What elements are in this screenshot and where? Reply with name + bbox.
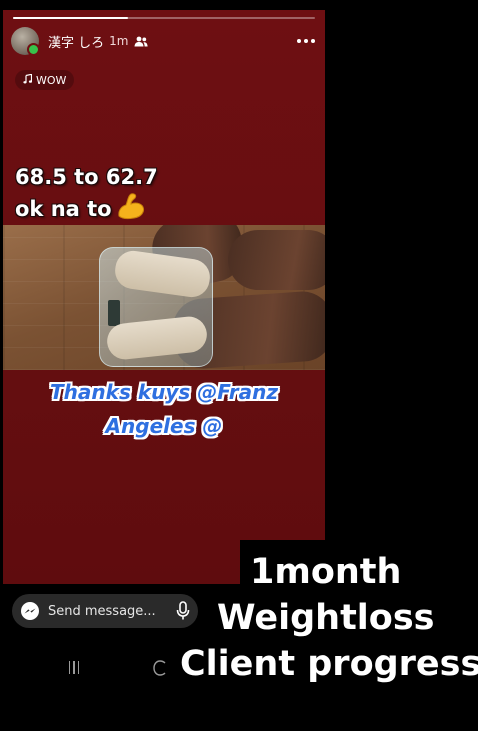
thanks-line-1[interactable]: Thanks kuys @Franz	[3, 375, 325, 409]
caption-line-1: 68.5 to 62.7	[15, 165, 158, 189]
story-progress-bar	[13, 17, 315, 19]
flexed-biceps-icon	[116, 192, 146, 228]
music-note-icon	[23, 73, 33, 87]
caption-line-2-text: ok na to	[15, 197, 112, 221]
caption-line-2: ok na to	[15, 192, 158, 228]
more-options-icon[interactable]	[297, 39, 315, 43]
scale-display	[108, 300, 120, 326]
messenger-icon	[20, 601, 40, 621]
avatar[interactable]	[11, 27, 40, 56]
weight-caption: 68.5 to 62.7 ok na to	[15, 163, 158, 228]
story-header: 漢字 しろ 1m	[11, 26, 319, 56]
send-message-placeholder: Send message...	[48, 603, 156, 619]
thanks-caption: Thanks kuys @Franz Angeles @	[3, 375, 325, 443]
music-sticker[interactable]: WOW	[15, 70, 75, 90]
overlay-line-2: Weightloss	[217, 598, 435, 638]
scale-photo	[3, 225, 325, 370]
recent-apps-icon[interactable]	[64, 661, 84, 677]
post-time: 1m	[109, 34, 129, 48]
friends-icon	[134, 36, 149, 47]
story-card[interactable]: 漢字 しろ 1m WOW 68.5 to 62.7 ok na to Thank…	[3, 10, 325, 584]
home-icon[interactable]	[152, 659, 168, 677]
online-status-dot	[27, 43, 40, 56]
overlay-line-3: Client progress	[180, 644, 478, 684]
thanks-line-2[interactable]: Angeles @	[3, 409, 325, 443]
story-progress-fill	[13, 17, 128, 19]
username[interactable]: 漢字 しろ	[48, 32, 104, 51]
mic-icon[interactable]	[176, 601, 190, 621]
music-title: WOW	[36, 73, 67, 87]
send-message-input[interactable]: Send message...	[12, 594, 198, 628]
overlay-line-1: 1month	[250, 552, 402, 592]
